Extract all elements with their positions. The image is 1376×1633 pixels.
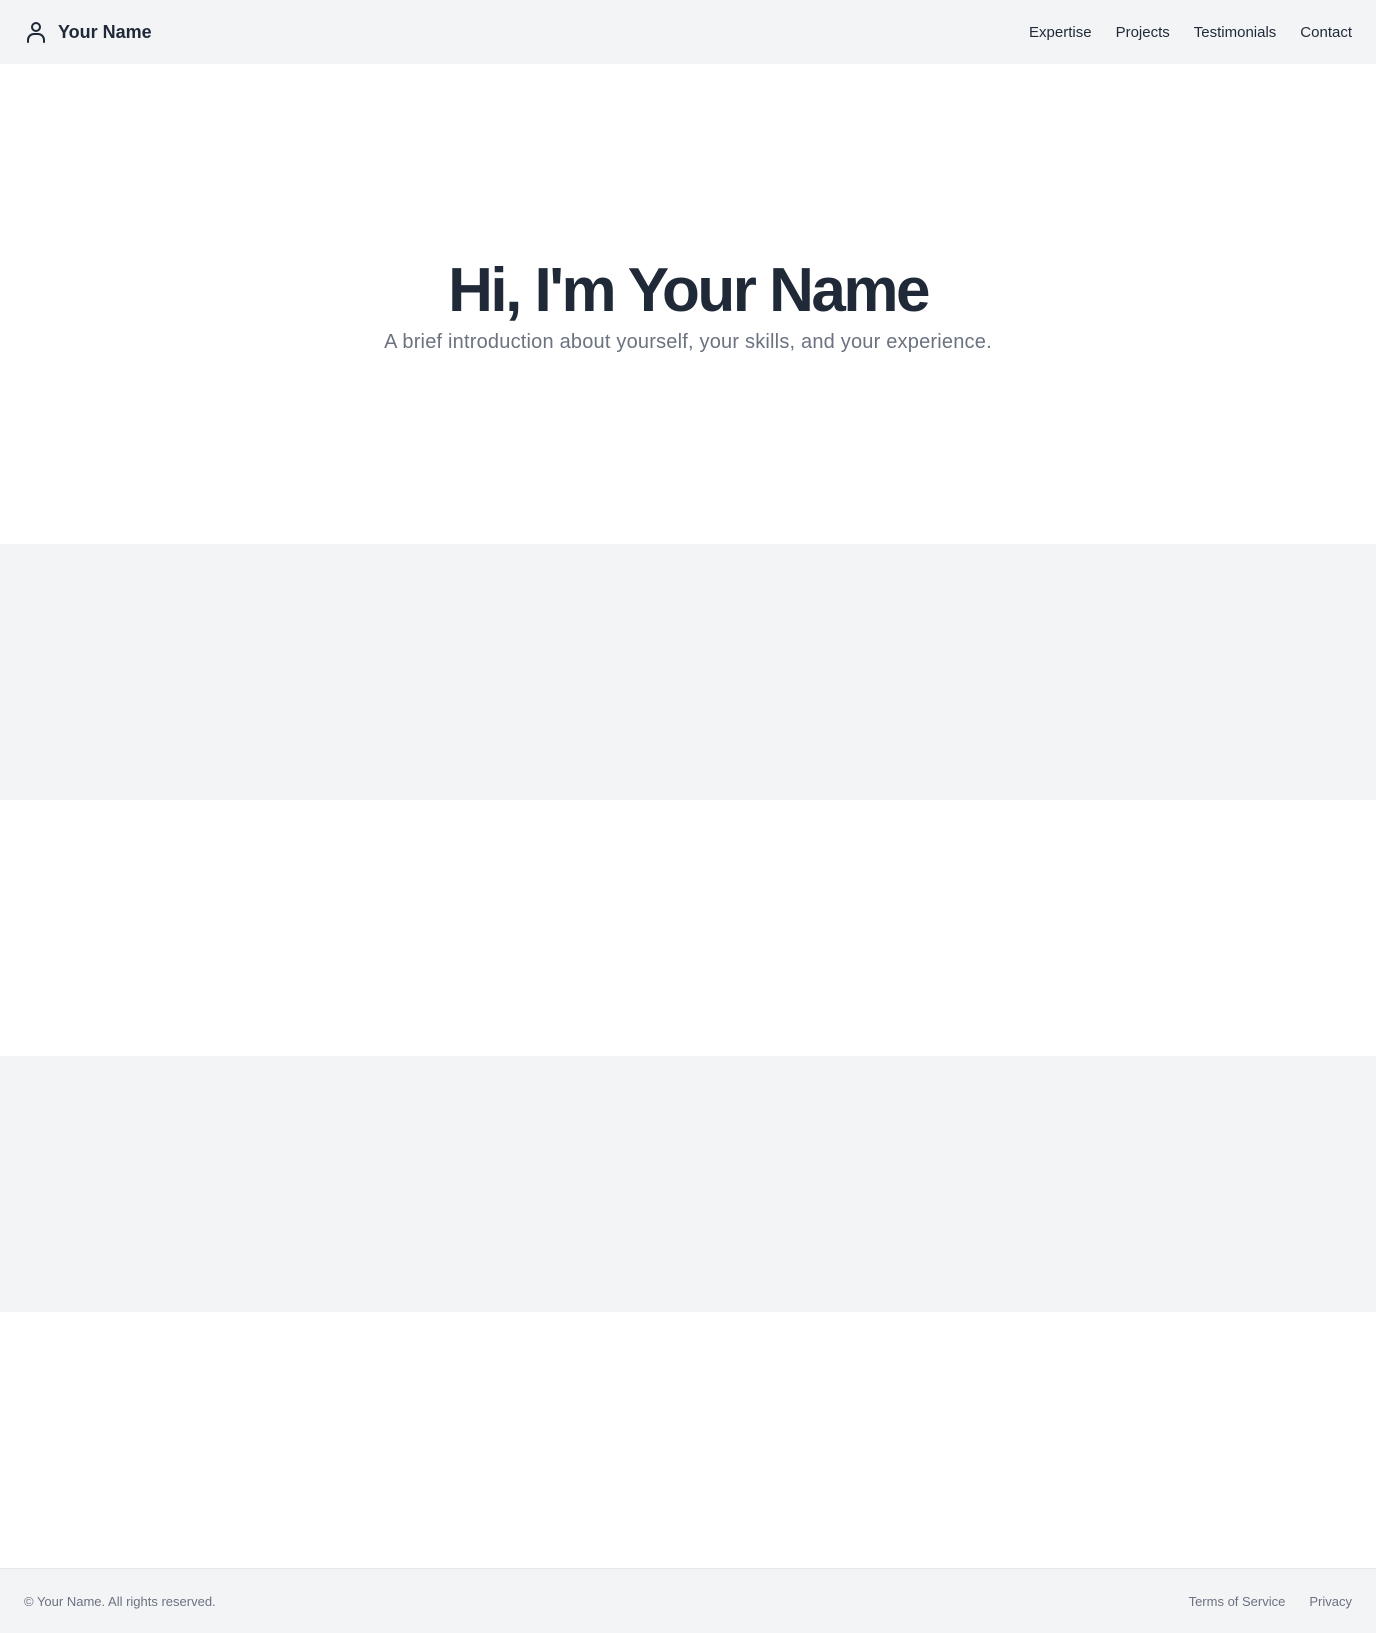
hero-title: Hi, I'm Your Name	[448, 256, 930, 326]
projects-section	[0, 800, 1376, 1056]
brand-name: Your Name	[58, 21, 152, 42]
page: Your Name Expertise Projects Testimonial…	[0, 0, 1376, 1633]
site-footer: © Your Name. All rights reserved. Terms …	[0, 1568, 1376, 1633]
nav-link-expertise[interactable]: Expertise	[1029, 24, 1092, 41]
privacy-link[interactable]: Privacy	[1309, 1594, 1352, 1609]
contact-section	[0, 1312, 1376, 1568]
nav-link-projects[interactable]: Projects	[1116, 24, 1170, 41]
site-header: Your Name Expertise Projects Testimonial…	[0, 0, 1376, 64]
brand-link[interactable]: Your Name	[24, 20, 152, 44]
hero-section: Hi, I'm Your Name A brief introduction a…	[0, 64, 1376, 544]
hero-subtitle: A brief introduction about yourself, you…	[384, 330, 992, 353]
expertise-section	[0, 544, 1376, 800]
user-icon	[24, 20, 48, 44]
terms-link[interactable]: Terms of Service	[1189, 1594, 1286, 1609]
nav-link-testimonials[interactable]: Testimonials	[1194, 24, 1277, 41]
footer-links: Terms of Service Privacy	[1189, 1594, 1352, 1609]
main-nav: Expertise Projects Testimonials Contact	[1029, 24, 1352, 41]
copyright-text: © Your Name. All rights reserved.	[24, 1593, 216, 1609]
testimonials-section	[0, 1056, 1376, 1312]
nav-link-contact[interactable]: Contact	[1300, 24, 1352, 41]
